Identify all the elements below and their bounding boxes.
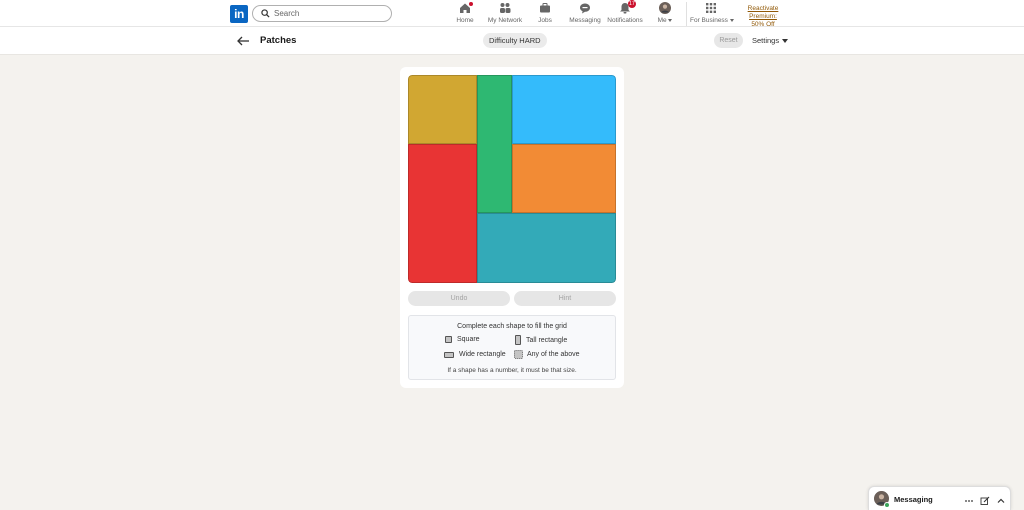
tall-rectangle-icon [515,335,521,345]
legend-any-label: Any of the above [527,351,580,358]
nav-messaging[interactable]: Messaging [568,2,602,26]
home-notification-dot [468,1,474,7]
patch-green[interactable] [477,75,512,213]
more-options-icon[interactable] [964,493,974,503]
legend-any: Any of the above [514,350,580,359]
nav-notifications-label: Notifications [607,17,643,24]
rules-legend: Complete each shape to fill the grid Squ… [408,315,616,380]
messaging-label: Messaging [894,495,933,504]
nav-for-business-label: For Business [690,17,734,24]
avatar [659,2,671,14]
nav-home[interactable]: Home [452,1,478,26]
notifications-badge: 17 [627,0,636,8]
legend-tall-label: Tall rectangle [526,336,568,344]
nav-me[interactable]: Me [654,2,676,26]
nav-me-label: Me [654,17,676,24]
nav-my-network[interactable]: My Network [487,2,523,26]
grid-icon [705,2,717,14]
compose-icon[interactable] [980,493,990,505]
premium-link[interactable]: Reactivate Premium: 50% Off [733,5,793,29]
puzzle-board[interactable] [408,75,616,283]
settings-label: Settings [752,36,780,45]
legend-wide: Wide rectangle [444,351,506,358]
online-status-dot [884,502,890,508]
hint-button[interactable]: Hint [514,291,616,306]
difficulty-badge: Difficulty HARD [483,33,547,48]
back-button[interactable] [236,34,250,48]
nav-jobs[interactable]: Jobs [534,2,556,26]
any-shape-icon [514,350,523,359]
arrow-left-icon [237,36,249,46]
legend-footer: If a shape has a number, it must be that… [447,367,577,374]
square-shape-icon [445,336,452,343]
undo-button[interactable]: Undo [408,291,510,306]
nav-jobs-label: Jobs [538,17,552,24]
reset-button[interactable]: Reset [714,33,743,48]
search-box[interactable] [252,5,392,22]
jobs-icon [539,2,551,14]
network-icon [499,2,511,14]
chevron-down-icon [668,18,673,22]
bell-icon: 17 [619,0,636,14]
premium-line-1: Reactivate Premium: [747,5,779,20]
legend-square: Square [445,336,480,343]
global-nav: in Home My Network Jobs Messaging 17 [0,0,1024,29]
game-header: Patches Difficulty HARD Reset Settings [0,27,1024,55]
patch-orange[interactable] [512,144,616,213]
nav-divider [686,2,687,26]
linkedin-logo[interactable]: in [230,5,248,23]
legend-square-label: Square [457,336,480,343]
legend-wide-label: Wide rectangle [459,351,506,358]
nav-for-business[interactable]: For Business [690,2,734,26]
legend-tall: Tall rectangle [515,335,567,345]
home-icon [459,1,474,14]
game-card: Undo Hint Complete each shape to fill th… [400,67,624,388]
nav-home-label: Home [456,17,474,24]
messaging-overlay[interactable]: Messaging [868,486,1011,510]
patch-teal[interactable] [477,213,616,283]
patch-red[interactable] [408,144,477,283]
nav-my-network-label: My Network [487,17,523,24]
legend-heading: Complete each shape to fill the grid [457,323,567,330]
chevron-up-icon[interactable] [996,493,1006,503]
nav-notifications[interactable]: 17 Notifications [607,0,643,26]
nav-messaging-label: Messaging [569,17,601,24]
page-title: Patches [260,35,297,46]
patch-yellow[interactable] [408,75,477,144]
search-input[interactable] [274,9,384,18]
search-icon [261,9,270,18]
chevron-down-icon [782,38,789,43]
messaging-icon [579,2,591,14]
patch-blue[interactable] [512,75,616,144]
settings-button[interactable]: Settings [752,36,789,45]
wide-rectangle-icon [444,351,454,358]
